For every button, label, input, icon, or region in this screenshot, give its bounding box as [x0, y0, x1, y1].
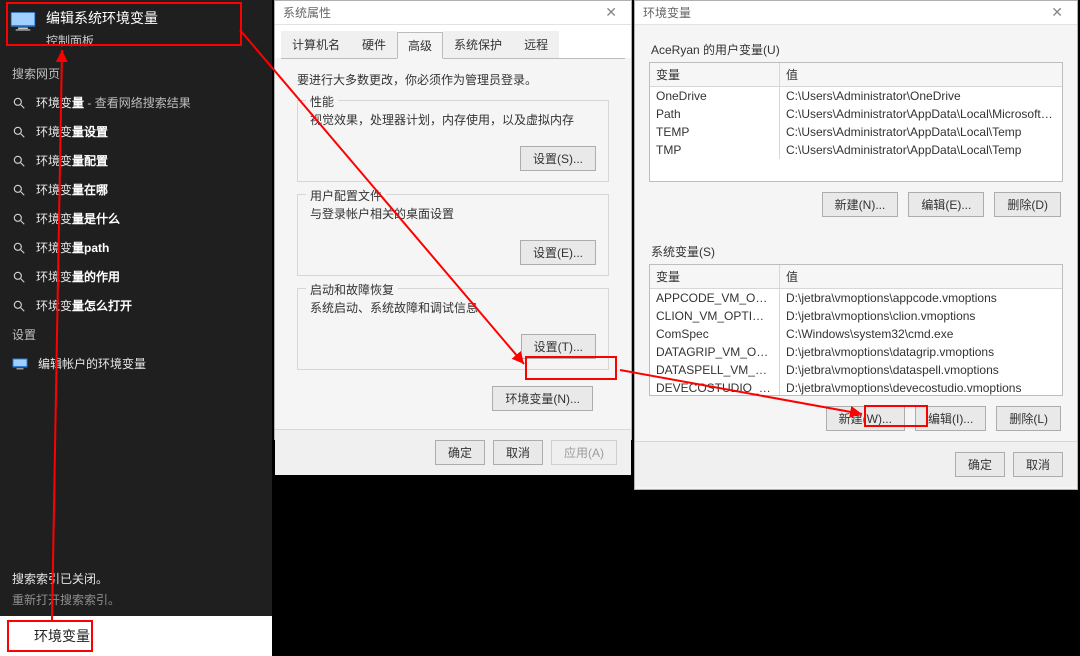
- group-profile: 用户配置文件 与登录帐户相关的桌面设置 设置(E)...: [297, 194, 609, 276]
- search-panel: 编辑系统环境变量 控制面板 搜索网页 环境变量 - 查看网络搜索结果环境变量设置…: [0, 0, 272, 656]
- sys-new-button[interactable]: 新建(W)...: [826, 406, 905, 431]
- group-startup-desc: 系统启动、系统故障和调试信息: [310, 299, 596, 316]
- settings-item-env[interactable]: 编辑帐户的环境变量: [0, 349, 272, 378]
- search-index-notice: 搜索索引已关闭。 重新打开搜索索引。: [0, 564, 272, 614]
- best-match-title: 编辑系统环境变量: [46, 8, 158, 28]
- sys-vars-list[interactable]: 变量 值 APPCODE_VM_OPTIONSD:\jetbra\vmoptio…: [649, 264, 1063, 396]
- user-delete-button[interactable]: 删除(D): [994, 192, 1061, 217]
- admin-note: 要进行大多数更改，你必须作为管理员登录。: [297, 71, 609, 88]
- table-row[interactable]: TEMPC:\Users\Administrator\AppData\Local…: [650, 123, 1062, 141]
- system-properties-dialog: 系统属性 ✕ 计算机名硬件高级系统保护远程 要进行大多数更改，你必须作为管理员登…: [274, 0, 632, 440]
- sysprops-cancel-button[interactable]: 取消: [493, 440, 543, 465]
- best-match-item[interactable]: 编辑系统环境变量 控制面板: [0, 0, 272, 59]
- sys-vars-caption: 系统变量(S): [651, 243, 1063, 260]
- index-reopen-text[interactable]: 重新打开搜索索引。: [12, 591, 260, 608]
- group-performance: 性能 视觉效果，处理器计划，内存使用，以及虚拟内存 设置(S)...: [297, 100, 609, 182]
- search-suggestion[interactable]: 环境变量配置: [0, 146, 272, 175]
- table-row[interactable]: ComSpecC:\Windows\system32\cmd.exe: [650, 325, 1062, 343]
- search-icon: [12, 212, 26, 226]
- table-row[interactable]: CLION_VM_OPTIONSD:\jetbra\vmoptions\clio…: [650, 307, 1062, 325]
- startup-settings-button[interactable]: 设置(T)...: [521, 334, 596, 359]
- envdlg-ok-button[interactable]: 确定: [955, 452, 1005, 477]
- profile-settings-button[interactable]: 设置(E)...: [520, 240, 596, 265]
- search-icon: [12, 299, 26, 313]
- sysprops-apply-button: 应用(A): [551, 440, 617, 465]
- search-input[interactable]: [34, 628, 262, 644]
- monitor-icon: [10, 10, 36, 32]
- sys-edit-button[interactable]: 编辑(I)...: [915, 406, 986, 431]
- group-profile-legend: 用户配置文件: [306, 187, 386, 204]
- group-startup: 启动和故障恢复 系统启动、系统故障和调试信息 设置(T)...: [297, 288, 609, 370]
- tab-0[interactable]: 计算机名: [281, 31, 351, 58]
- best-match-subtitle: 控制面板: [46, 32, 158, 49]
- column-header-var[interactable]: 变量: [650, 265, 780, 288]
- column-header-val[interactable]: 值: [780, 63, 1062, 86]
- search-suggestion[interactable]: 环境变量 - 查看网络搜索结果: [0, 88, 272, 117]
- search-suggestion[interactable]: 环境变量设置: [0, 117, 272, 146]
- perf-settings-button[interactable]: 设置(S)...: [520, 146, 596, 171]
- group-performance-desc: 视觉效果，处理器计划，内存使用，以及虚拟内存: [310, 111, 596, 128]
- envdlg-title: 环境变量: [643, 4, 691, 21]
- search-icon: [12, 270, 26, 284]
- table-row[interactable]: TMPC:\Users\Administrator\AppData\Local\…: [650, 141, 1062, 159]
- search-suggestion[interactable]: 环境变量怎么打开: [0, 291, 272, 320]
- envdlg-cancel-button[interactable]: 取消: [1013, 452, 1063, 477]
- settings-item-label: 编辑帐户的环境变量: [38, 355, 146, 372]
- search-icon: [12, 154, 26, 168]
- search-suggestion[interactable]: 环境变量在哪: [0, 175, 272, 204]
- user-new-button[interactable]: 新建(N)...: [822, 192, 899, 217]
- close-icon[interactable]: ✕: [1045, 4, 1069, 21]
- table-row[interactable]: DATAGRIP_VM_OPTIONSD:\jetbra\vmoptions\d…: [650, 343, 1062, 361]
- group-startup-legend: 启动和故障恢复: [306, 281, 398, 298]
- sysprops-tabstrip: 计算机名硬件高级系统保护远程: [275, 25, 631, 58]
- env-variables-dialog: 环境变量 ✕ AceRyan 的用户变量(U) 变量 值 OneDriveC:\…: [634, 0, 1078, 490]
- sysprops-title: 系统属性: [283, 4, 331, 21]
- env-variables-button[interactable]: 环境变量(N)...: [492, 386, 593, 411]
- search-suggestion[interactable]: 环境变量是什么: [0, 204, 272, 233]
- user-vars-list[interactable]: 变量 值 OneDriveC:\Users\Administrator\OneD…: [649, 62, 1063, 182]
- column-header-val[interactable]: 值: [780, 265, 1062, 288]
- search-icon: [12, 125, 26, 139]
- sysprops-ok-button[interactable]: 确定: [435, 440, 485, 465]
- tab-2[interactable]: 高级: [397, 32, 443, 59]
- monitor-small-icon: [12, 356, 28, 372]
- table-row[interactable]: DEVECOSTUDIO_VM_OPT...D:\jetbra\vmoption…: [650, 379, 1062, 396]
- tab-1[interactable]: 硬件: [351, 31, 397, 58]
- search-suggestion[interactable]: 环境变量path: [0, 233, 272, 262]
- section-header-settings: 设置: [0, 320, 272, 349]
- section-header-web: 搜索网页: [0, 59, 272, 88]
- group-profile-desc: 与登录帐户相关的桌面设置: [310, 205, 596, 222]
- table-row[interactable]: PathC:\Users\Administrator\AppData\Local…: [650, 105, 1062, 123]
- search-icon: [12, 241, 26, 255]
- search-suggestion[interactable]: 环境变量的作用: [0, 262, 272, 291]
- sys-delete-button[interactable]: 删除(L): [996, 406, 1061, 431]
- tab-4[interactable]: 远程: [513, 31, 559, 58]
- search-icon: [12, 96, 26, 110]
- index-closed-text: 搜索索引已关闭。: [12, 570, 260, 587]
- user-edit-button[interactable]: 编辑(E)...: [908, 192, 984, 217]
- table-row[interactable]: DATASPELL_VM_OPTIONSD:\jetbra\vmoptions\…: [650, 361, 1062, 379]
- user-vars-caption: AceRyan 的用户变量(U): [651, 41, 1063, 58]
- group-performance-legend: 性能: [306, 93, 338, 110]
- tab-3[interactable]: 系统保护: [443, 31, 513, 58]
- search-box[interactable]: [0, 616, 272, 656]
- search-icon: [10, 628, 26, 644]
- column-header-var[interactable]: 变量: [650, 63, 780, 86]
- table-row[interactable]: APPCODE_VM_OPTIONSD:\jetbra\vmoptions\ap…: [650, 289, 1062, 307]
- search-icon: [12, 183, 26, 197]
- table-row[interactable]: OneDriveC:\Users\Administrator\OneDrive: [650, 87, 1062, 105]
- close-icon[interactable]: ✕: [599, 4, 623, 21]
